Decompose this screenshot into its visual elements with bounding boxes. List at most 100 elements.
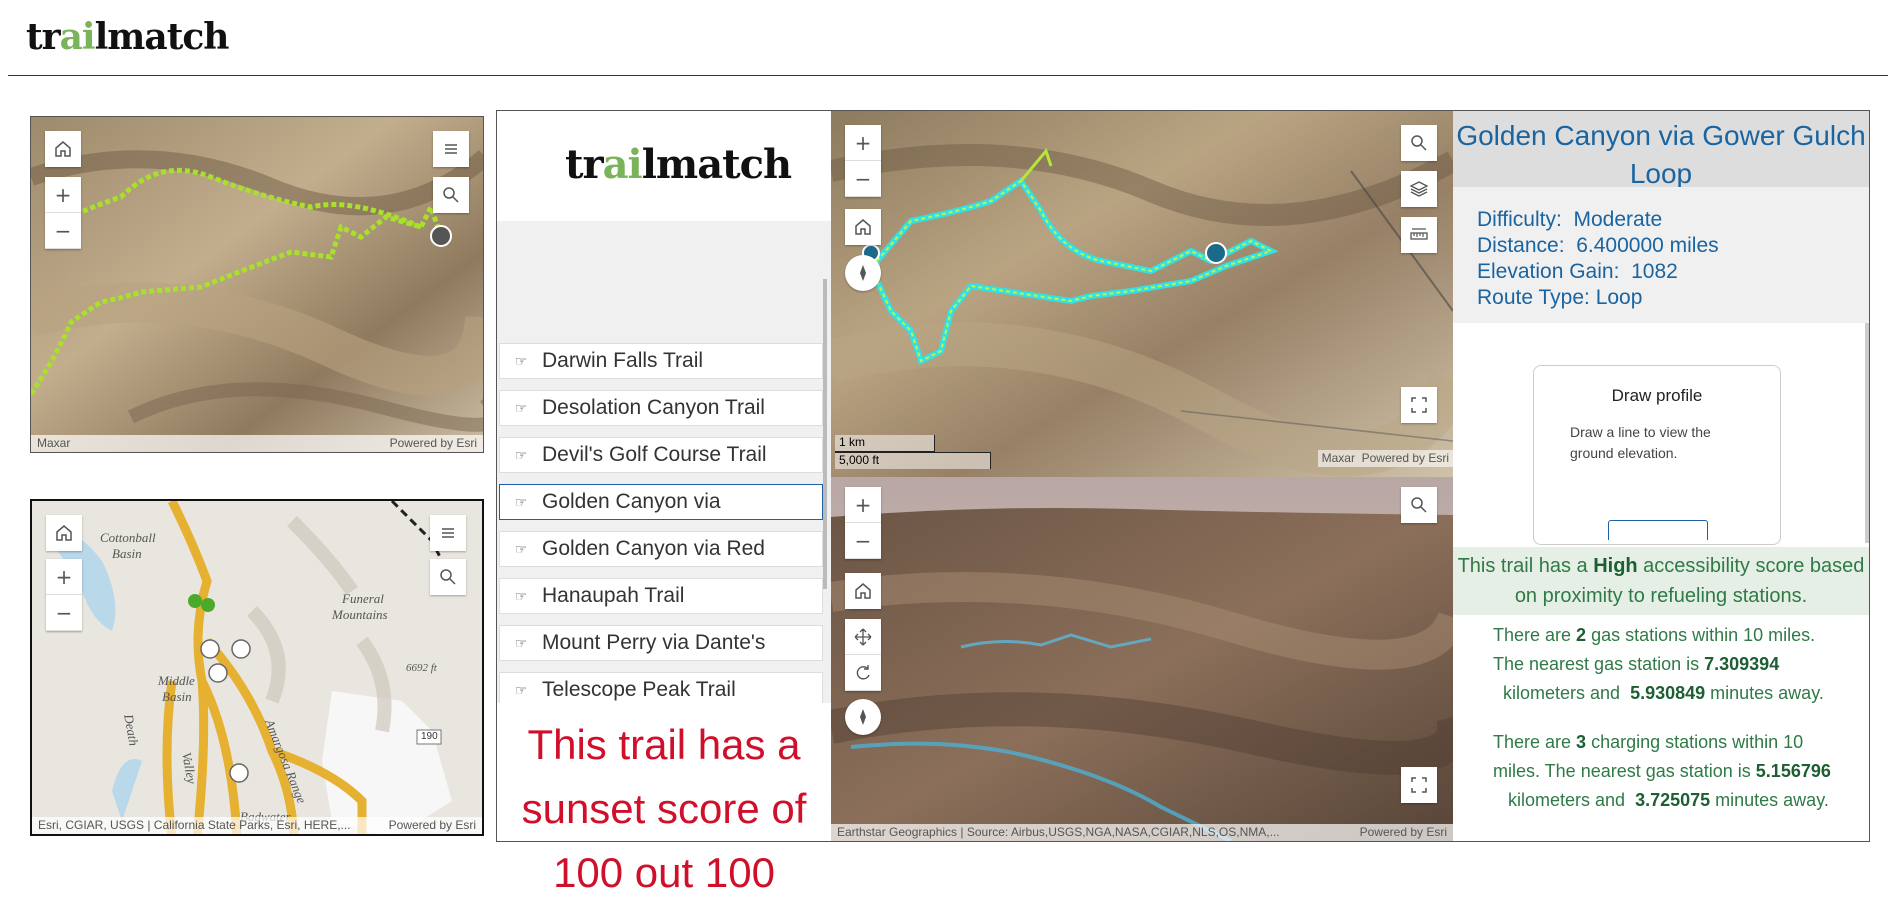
search-button[interactable] (430, 559, 466, 595)
layer-list-button[interactable] (430, 515, 466, 551)
charging-text: There are (1493, 732, 1577, 752)
trail-info-column: Golden Canyon via Gower Gulch Loop Diffi… (1453, 111, 1869, 841)
trail-list-item-selected[interactable]: ☞ Golden Canyon via (499, 484, 823, 520)
trail-list-item[interactable]: ☞ Golden Canyon via Red (499, 531, 823, 567)
map-label-mountains: Mountains (332, 607, 388, 622)
draw-profile-title: Draw profile (1611, 386, 1703, 405)
logo-part: lmatch (641, 141, 792, 188)
rotate-button[interactable] (845, 655, 881, 691)
fullscreen-button[interactable] (1401, 387, 1437, 423)
zoom-out-button[interactable]: − (46, 595, 82, 631)
satellite-map-small[interactable]: + − Maxar Powered by Esri (30, 116, 484, 453)
trail-name: Hanaupah Trail (542, 584, 685, 607)
satellite-imagery (831, 111, 1453, 477)
trail-name: Darwin Falls Trail (542, 349, 704, 372)
home-button[interactable] (845, 209, 881, 245)
gas-text: minutes away. (1705, 683, 1824, 703)
home-icon (56, 525, 72, 541)
sunset-line: 100 out 100 (553, 849, 775, 896)
search-button[interactable] (433, 177, 469, 213)
accessibility-score: This trail has a High accessibility scor… (1453, 547, 1869, 615)
attribution-source: Esri, CGIAR, USGS | California State Par… (38, 818, 351, 832)
fullscreen-icon (1411, 777, 1427, 793)
trail-satellite-map[interactable]: + − 1 km 5,000 ft Maxar Powered by Esri (831, 111, 1453, 477)
draw-profile-card: Draw profile Draw a line to view the gro… (1533, 365, 1781, 545)
search-icon (1411, 135, 1427, 151)
gas-stations-info: There are 2 gas stations within 10 miles… (1493, 621, 1843, 707)
route-type-value: Loop (1595, 286, 1643, 309)
road-map[interactable]: Cottonball Basin Funeral Mountains Middl… (30, 499, 484, 836)
logo-part-accent: ai (602, 141, 643, 188)
map-label-basin: Basin (162, 689, 192, 704)
gas-text: kilometers and (1493, 683, 1631, 703)
map-label-elevation: 6692 ft (406, 662, 437, 674)
difficulty-row: Difficulty: Moderate (1477, 207, 1719, 233)
list-scrollbar[interactable] (823, 279, 827, 589)
trail-3d-scene[interactable]: + − Earthstar Geographics | Source: Airb… (831, 477, 1453, 841)
info-scrollbar[interactable] (1865, 323, 1869, 543)
trail-list-item[interactable]: ☞ Mount Perry via Dante's (499, 625, 823, 661)
trail-name: Golden Canyon via (542, 490, 721, 513)
home-button[interactable] (845, 573, 881, 609)
zoom-in-button[interactable]: + (46, 559, 82, 595)
trail-list-item[interactable]: ☞ Hanaupah Trail (499, 578, 823, 614)
trail-sign-icon: ☞ (514, 399, 528, 416)
difficulty-label: Difficulty: (1477, 208, 1562, 231)
map-label-route: 190 (421, 731, 438, 742)
home-button[interactable] (45, 131, 81, 167)
sunset-score: This trail has a sunset score of 100 out… (497, 713, 831, 905)
search-button[interactable] (1401, 487, 1437, 523)
logo-part-accent: ai (59, 16, 96, 58)
compass-icon (860, 709, 866, 725)
basemap-layers-button[interactable] (1401, 171, 1437, 207)
trail-panel: trailmatch ☞ Darwin Falls Trail ☞ Desolati… (496, 110, 1870, 896)
zoom-in-button[interactable]: + (845, 125, 881, 161)
attribution-powered: Powered by Esri (1359, 825, 1447, 839)
compass-button[interactable] (845, 255, 881, 291)
elevation-row: Elevation Gain: 1082 (1477, 259, 1719, 285)
trail-name: Golden Canyon via Red (542, 537, 765, 560)
charging-minutes: 3.725075 (1635, 790, 1711, 810)
pan-button[interactable] (845, 619, 881, 655)
logo-part: tr (565, 141, 604, 188)
scale-ft-label: 5,000 ft (839, 453, 880, 467)
trail-sign-icon: ☞ (514, 634, 528, 651)
navigation-mode-controls (845, 619, 881, 691)
trail-list-item[interactable]: ☞ Devil's Golf Course Trail (499, 437, 823, 473)
list-icon (445, 144, 457, 154)
trail-stats: Difficulty: Moderate Distance: 6.400000 … (1477, 207, 1719, 311)
map-label-funeral: Funeral (342, 591, 384, 606)
zoom-out-button[interactable]: − (845, 161, 881, 197)
home-icon (855, 219, 871, 235)
zoom-out-button[interactable]: − (845, 523, 881, 559)
zoom-in-button[interactable]: + (45, 177, 81, 213)
logo[interactable]: trailmatch (26, 16, 229, 58)
layers-icon (1409, 181, 1429, 197)
gas-distance-km: 7.309394 (1704, 654, 1780, 674)
layer-list-button[interactable] (433, 131, 469, 167)
panel-logo: trailmatch (565, 141, 792, 188)
new-profile-button[interactable] (1608, 520, 1708, 540)
home-button[interactable] (46, 515, 82, 551)
rotate-icon (856, 664, 870, 680)
trail-list-item[interactable]: ☞ Telescope Peak Trail (499, 672, 823, 703)
trail-list-item[interactable]: ☞ Desolation Canyon Trail (499, 390, 823, 426)
compass-button[interactable] (845, 699, 881, 735)
trail-list[interactable]: ☞ Darwin Falls Trail ☞ Desolation Canyon T… (497, 221, 831, 703)
attribution-powered: Powered by Esri (388, 818, 476, 832)
trail-sign-icon: ☞ (514, 352, 528, 369)
home-icon (855, 583, 871, 599)
measure-button[interactable] (1401, 217, 1437, 253)
attribution-powered: Powered by Esri (1361, 451, 1449, 465)
search-button[interactable] (1401, 125, 1437, 161)
fullscreen-button[interactable] (1401, 767, 1437, 803)
attribution-source: Maxar (37, 436, 71, 450)
trail-list-item[interactable]: ☞ Darwin Falls Trail (499, 343, 823, 379)
zoom-out-button[interactable]: − (45, 213, 81, 249)
zoom-in-button[interactable]: + (845, 487, 881, 523)
charging-stations-info: There are 3 charging stations within 10 … (1493, 728, 1843, 814)
elevation-value: 1082 (1631, 260, 1678, 283)
search-icon (440, 569, 456, 585)
draw-profile-text: Draw a line to view the ground elevation… (1570, 424, 1711, 461)
home-icon (55, 141, 71, 157)
